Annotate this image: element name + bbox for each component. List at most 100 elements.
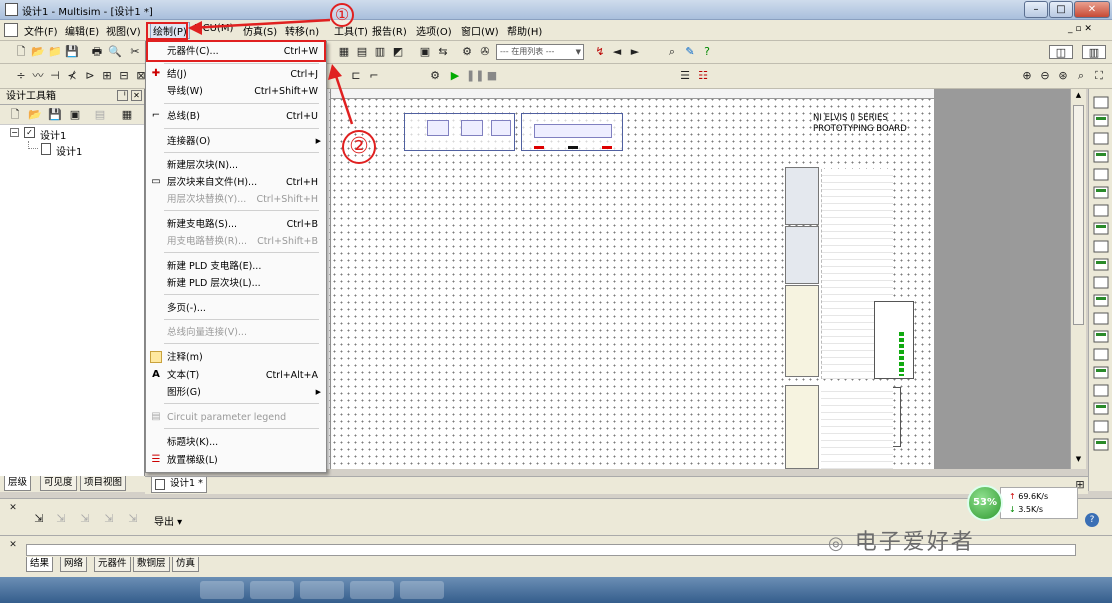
tab-copper-layers[interactable]: 敷铜层 — [133, 557, 170, 572]
source-icon[interactable]: ÷ — [14, 69, 28, 83]
menu-item-graphics[interactable]: 图形(G) ▶ — [146, 384, 326, 401]
menu-item-new-pld-hier-block[interactable]: 新建 PLD 层次块(L)... — [146, 275, 326, 292]
menu-item-bus-vector-connect[interactable]: 总线向量连接(V)... — [146, 324, 326, 341]
ni-icon[interactable]: ◫ — [1049, 45, 1073, 59]
tab-hierarchy[interactable]: 层级 — [4, 476, 32, 491]
find-examples-icon[interactable]: ⌕ — [665, 45, 679, 59]
mdi-controls[interactable]: _ ▫ ✕ — [1068, 24, 1092, 34]
in-use-list-select[interactable]: --- 在用列表 --- ▼ — [496, 44, 584, 60]
zoom-out-icon[interactable]: ⊖ — [1038, 69, 1052, 83]
taskbar-item-1[interactable] — [200, 581, 244, 599]
tab-simulation[interactable]: 仿真 — [172, 557, 200, 572]
open-sample-icon[interactable]: 📁 — [48, 45, 62, 59]
fullscreen-icon[interactable]: ⛶ — [1092, 69, 1106, 83]
tab-visibility[interactable]: 可见度 — [40, 476, 77, 491]
zoom-in-icon[interactable]: ⊕ — [1020, 69, 1034, 83]
tree-root[interactable]: − ✓ 设计1 — [0, 125, 144, 142]
bom-icon[interactable]: ▣ — [418, 45, 432, 59]
menu-help[interactable]: 帮助(H) — [507, 23, 542, 38]
transistor-icon[interactable]: ⊀ — [65, 69, 79, 83]
cmos-icon[interactable]: ⊟ — [117, 69, 131, 83]
erc-icon[interactable]: ↯ — [593, 45, 607, 59]
find-icon[interactable]: ⇲ — [32, 512, 46, 526]
menu-item-text[interactable]: A 文本(T) Ctrl+Alt+A — [146, 367, 326, 384]
menu-edit[interactable]: 编辑(E) — [65, 23, 99, 38]
print-icon[interactable]: 🖶 — [90, 45, 104, 59]
save-list-icon[interactable]: ⇲ — [102, 512, 116, 526]
stop-icon[interactable]: ■ — [485, 69, 499, 83]
zoom-sheet-icon[interactable]: ⌕ — [1074, 69, 1088, 83]
menu-item-circuit-parameter-legend[interactable]: ▤ Circuit parameter legend — [146, 409, 326, 426]
scroll-thumb[interactable] — [1073, 105, 1084, 325]
print-list-icon[interactable]: ⇲ — [126, 512, 140, 526]
close-design-icon[interactable]: ▣ — [68, 108, 82, 122]
minimize-button[interactable]: – — [1024, 1, 1048, 18]
forward-annotate-icon[interactable]: ► — [628, 45, 642, 59]
export-button[interactable]: 导出 ▾ — [154, 513, 182, 528]
board-strip-1[interactable] — [785, 285, 819, 377]
tab-project-view[interactable]: 项目视图 — [80, 476, 127, 491]
close-button[interactable]: ✕ — [1074, 1, 1110, 18]
help-icon[interactable]: ? — [700, 45, 714, 59]
new-design-icon[interactable]: 🗋 — [8, 108, 22, 122]
toggle-view-icon[interactable]: ▥ — [1082, 45, 1106, 59]
back-annotate-icon[interactable]: ◄ — [610, 45, 624, 59]
help-icon[interactable]: ? — [1085, 513, 1099, 527]
close-icon[interactable]: ✕ — [6, 501, 20, 515]
paste-icon[interactable]: ⇲ — [78, 512, 92, 526]
schematic-canvas[interactable]: NI ELVIS II SERIES PROTOTYPING BOARD — [330, 89, 935, 469]
new-icon[interactable]: 🗋 — [14, 45, 28, 59]
power-group[interactable] — [521, 113, 623, 151]
tab-components[interactable]: 元器件 — [94, 557, 131, 572]
close-icon[interactable]: ✕ — [131, 90, 142, 101]
save-design-icon[interactable]: 💾 — [48, 108, 62, 122]
menu-item-new-pld-subcircuit[interactable]: 新建 PLD 支电路(E)... — [146, 258, 326, 275]
postprocessor-icon[interactable]: ◩ — [391, 45, 405, 59]
instruments-icons[interactable] — [1089, 89, 1112, 491]
ttl-icon[interactable]: ⊞ — [100, 69, 114, 83]
menu-item-place-rung[interactable]: ☰ 放置梯级(L) — [146, 452, 326, 469]
scroll-up-icon[interactable]: ▲ — [1073, 91, 1084, 101]
education-icon[interactable]: ✎ — [683, 45, 697, 59]
tab-nets[interactable]: 网络 — [60, 557, 88, 572]
component-wizard-icon[interactable]: ⚙ — [460, 45, 474, 59]
menu-item-multi-page[interactable]: 多页(-)... — [146, 300, 326, 317]
menu-item-replace-by-hier-block[interactable]: 用层次块替换(Y)... Ctrl+Shift+H — [146, 191, 326, 208]
taskbar-item-2[interactable] — [250, 581, 294, 599]
diode-icon[interactable]: ⊣ — [48, 69, 62, 83]
transfer-icon[interactable]: ⇆ — [436, 45, 450, 59]
probe-settings-icon[interactable]: ☷ — [696, 69, 710, 83]
vertical-scrollbar[interactable]: ▲ ▼ — [1070, 89, 1086, 469]
menu-options[interactable]: 选项(O) — [416, 23, 452, 38]
maximize-button[interactable]: □ — [1049, 1, 1073, 18]
run-icon[interactable]: ▶ — [448, 69, 462, 83]
taskbar-item-5[interactable] — [400, 581, 444, 599]
cut-icon[interactable]: ✂ — [128, 45, 142, 59]
scroll-down-icon[interactable]: ▼ — [1073, 455, 1084, 465]
menu-item-hier-block-from-file[interactable]: ▭ 层次块来自文件(H)... Ctrl+H — [146, 174, 326, 191]
menu-item-replace-by-subcircuit[interactable]: 用支电路替换(R)... Ctrl+Shift+B — [146, 233, 326, 250]
led-array[interactable] — [874, 301, 914, 379]
board-strip-2[interactable] — [785, 385, 819, 469]
print-preview-icon[interactable]: 🔍 — [108, 45, 122, 59]
power-module[interactable] — [534, 124, 612, 138]
board-module-2[interactable] — [785, 226, 819, 284]
board-module-1[interactable] — [785, 167, 819, 225]
menu-file[interactable]: 文件(F) — [24, 23, 58, 38]
menu-item-new-subcircuit[interactable]: 新建支电路(S)... Ctrl+B — [146, 216, 326, 233]
taskbar-item-4[interactable] — [350, 581, 394, 599]
save-icon[interactable]: 💾 — [65, 45, 79, 59]
instrument-2[interactable] — [461, 120, 483, 136]
menu-window[interactable]: 窗口(W) — [461, 23, 499, 38]
menu-view[interactable]: 视图(V) — [106, 23, 141, 38]
instrument-3[interactable] — [491, 120, 511, 136]
instrument-1[interactable] — [427, 120, 449, 136]
taskbar-item-3[interactable] — [300, 581, 344, 599]
menu-item-title-block[interactable]: 标题块(K)... — [146, 434, 326, 451]
collapse-icon[interactable]: − — [10, 128, 19, 137]
analog-icon[interactable]: ⊳ — [83, 69, 97, 83]
copy-icon[interactable]: ⇲ — [54, 512, 68, 526]
menu-item-comment[interactable]: 注释(m) — [146, 349, 326, 366]
project-icon[interactable]: ▦ — [120, 108, 134, 122]
zoom-area-icon[interactable]: ⊛ — [1056, 69, 1070, 83]
